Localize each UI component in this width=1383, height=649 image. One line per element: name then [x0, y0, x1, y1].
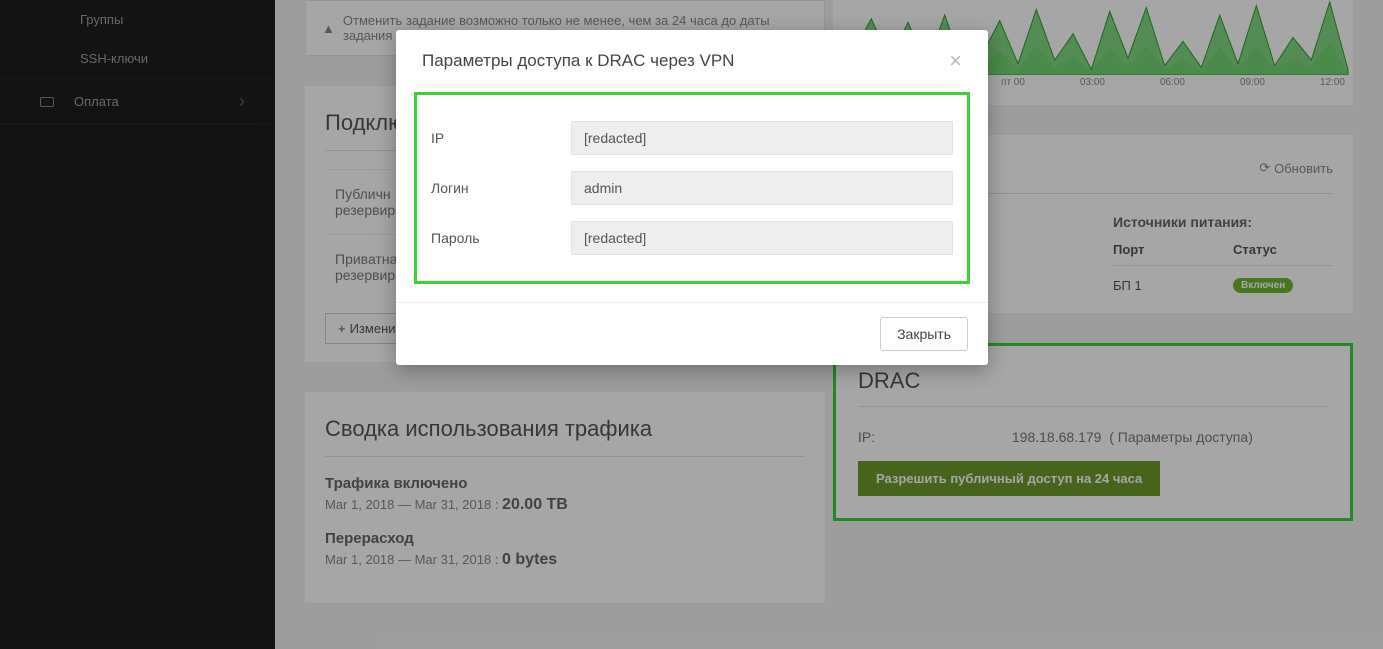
modal-pass-label: Пароль [431, 230, 571, 246]
modal-close-button[interactable]: Закрыть [880, 317, 968, 351]
drac-vpn-modal: Параметры доступа к DRAC через VPN × IP … [396, 30, 988, 365]
modal-ip-label: IP [431, 130, 571, 146]
close-icon[interactable]: × [949, 50, 962, 72]
modal-login-field[interactable] [571, 171, 953, 205]
modal-pass-field[interactable] [571, 221, 953, 255]
modal-ip-field[interactable] [571, 121, 953, 155]
modal-login-label: Логин [431, 180, 571, 196]
modal-highlight-box: IP Логин Пароль [414, 92, 970, 284]
modal-title: Параметры доступа к DRAC через VPN [422, 51, 734, 71]
